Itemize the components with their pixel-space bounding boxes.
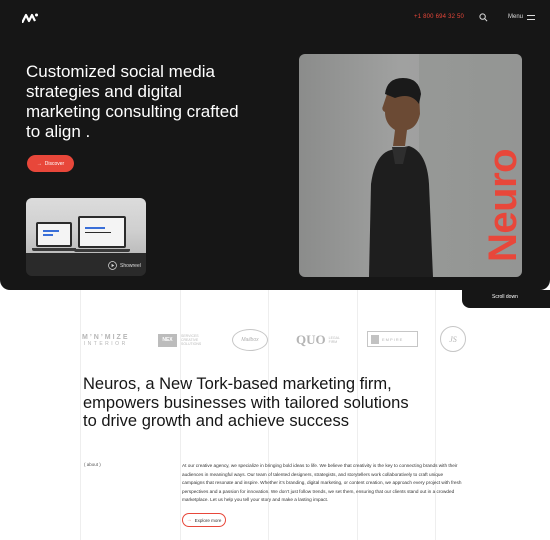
phone-link[interactable]: +1 800 694 32 50 xyxy=(414,14,464,20)
client-logo-text: INTERIOR xyxy=(83,340,128,347)
client-logo-mark: NEX xyxy=(158,333,177,347)
grid-line xyxy=(80,290,81,540)
client-logo-text: M’N’MIZE xyxy=(82,333,130,341)
about-statement: Neuros, a New Tork-based marketing firm,… xyxy=(83,375,409,430)
laptop-image xyxy=(32,222,76,251)
showreel-label[interactable]: Showreel xyxy=(120,263,141,269)
client-logo-text: LEGAL FIRM xyxy=(328,336,340,344)
client-logo-mark: QUO xyxy=(296,332,326,347)
client-logo-script: Mailbox xyxy=(232,329,268,351)
explore-more-button[interactable]: → Explore more xyxy=(182,513,226,527)
menu-button[interactable]: Menu xyxy=(508,14,536,20)
hero-headline: Customized social media strategies and d… xyxy=(26,62,239,141)
play-icon[interactable] xyxy=(108,261,117,270)
arrow-right-icon: → xyxy=(186,517,192,523)
explore-label: Explore more xyxy=(194,517,222,523)
client-logo-minimize: M’N’MIZE INTERIOR xyxy=(82,326,130,354)
search-icon[interactable] xyxy=(479,13,488,22)
client-logo-box: NEX SERVICES CREATIVE SOLUTIONS xyxy=(158,326,205,354)
brand-logo[interactable] xyxy=(22,13,38,23)
brand-vertical-text: Neuro xyxy=(481,148,525,262)
menu-label: Menu xyxy=(508,14,524,20)
client-logo-monogram: JS xyxy=(440,326,466,352)
arrow-right-icon: → xyxy=(36,160,42,167)
client-logo-quo: QUO LEGAL FIRM xyxy=(296,326,347,354)
client-logo-mark xyxy=(371,334,379,344)
discover-button[interactable]: → Discover xyxy=(27,155,74,172)
about-label: ( about ) xyxy=(84,462,101,467)
scroll-down-label[interactable]: Scroll down xyxy=(492,294,518,300)
brand-vertical-wrap: Neuro xyxy=(473,149,533,412)
laptop-image xyxy=(74,216,130,252)
client-logo-text: SERVICES CREATIVE SOLUTIONS xyxy=(181,334,202,346)
client-logo-text: EMPIRE xyxy=(382,336,404,342)
client-logo-empire: EMPIRE xyxy=(367,331,418,347)
hamburger-icon xyxy=(527,14,536,20)
discover-label: Discover xyxy=(44,160,65,167)
showreel-thumbnail xyxy=(26,198,146,253)
about-body: At our creative agency, we specialize in… xyxy=(182,463,462,502)
